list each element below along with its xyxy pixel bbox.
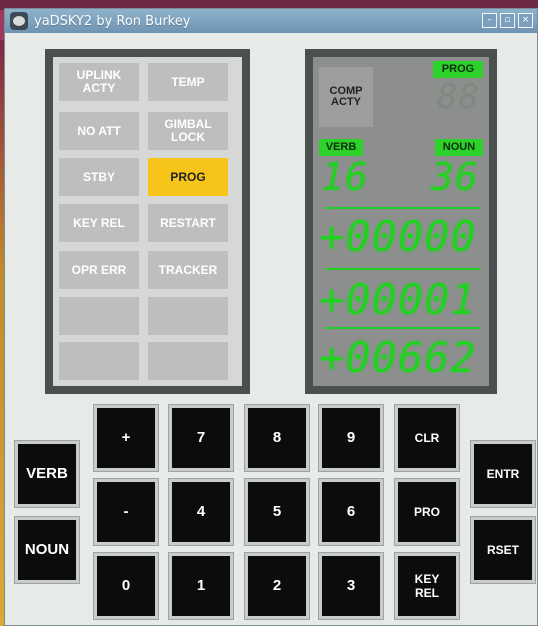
noun-digits: 36 [431, 155, 479, 199]
five-key[interactable]: 5 [244, 478, 310, 546]
nine-key[interactable]: 9 [318, 404, 384, 472]
lamp-blank [148, 342, 228, 380]
four-key[interactable]: 4 [168, 478, 234, 546]
lamp-blank [148, 297, 228, 335]
dsky-window: yaDSKY2 by Ron Burkey – ▫ × UPLINK ACTY … [4, 8, 538, 626]
verb-digits: 16 [321, 155, 369, 199]
window-controls: – ▫ × [482, 13, 533, 28]
comp-acty-indicator: COMP ACTY [319, 67, 373, 127]
plus-key[interactable]: + [93, 404, 159, 472]
six-key[interactable]: 6 [318, 478, 384, 546]
register-separator [325, 268, 481, 270]
lamp-restart: RESTART [148, 204, 228, 242]
key-rel-key[interactable]: KEY REL [394, 552, 460, 620]
eight-key[interactable]: 8 [244, 404, 310, 472]
minimize-button[interactable]: – [482, 13, 497, 28]
lamp-stby: STBY [59, 158, 139, 196]
title-bar[interactable]: yaDSKY2 by Ron Burkey – ▫ × [5, 9, 537, 33]
noun-label: NOUN [435, 139, 483, 156]
register-separator [325, 207, 481, 209]
register-2: +00001 [319, 275, 477, 324]
zero-key[interactable]: 0 [93, 552, 159, 620]
two-key[interactable]: 2 [244, 552, 310, 620]
rset-key[interactable]: RSET [470, 516, 536, 584]
pro-key[interactable]: PRO [394, 478, 460, 546]
display-panel-inner: COMP ACTY PROG 88 VERB NOUN 16 36 +00000… [313, 57, 489, 386]
window-title: yaDSKY2 by Ron Burkey [34, 13, 191, 29]
lamp-key-rel: KEY REL [59, 204, 139, 242]
lamp-blank [59, 342, 139, 380]
register-separator [325, 327, 481, 329]
lamp-uplink-acty: UPLINK ACTY [59, 63, 139, 101]
three-key[interactable]: 3 [318, 552, 384, 620]
noun-key[interactable]: NOUN [14, 516, 80, 584]
verb-label: VERB [319, 139, 363, 156]
close-button[interactable]: × [518, 13, 533, 28]
verb-key[interactable]: VERB [14, 440, 80, 508]
prog-label: PROG [433, 61, 483, 78]
indicator-panel-inner: UPLINK ACTY TEMP NO ATT GIMBAL LOCK STBY… [53, 57, 242, 386]
entr-key[interactable]: ENTR [470, 440, 536, 508]
seven-key[interactable]: 7 [168, 404, 234, 472]
minus-key[interactable]: - [93, 478, 159, 546]
app-icon [10, 12, 28, 30]
lamp-opr-err: OPR ERR [59, 251, 139, 289]
clr-key[interactable]: CLR [394, 404, 460, 472]
lamp-temp: TEMP [148, 63, 228, 101]
lamp-blank [59, 297, 139, 335]
display-panel: COMP ACTY PROG 88 VERB NOUN 16 36 +00000… [305, 49, 497, 394]
lamp-prog: PROG [148, 158, 228, 196]
one-key[interactable]: 1 [168, 552, 234, 620]
lamp-tracker: TRACKER [148, 251, 228, 289]
lamp-no-att: NO ATT [59, 112, 139, 150]
register-1: +00000 [319, 212, 477, 261]
register-3: +00662 [319, 333, 477, 382]
maximize-button[interactable]: ▫ [500, 13, 515, 28]
lamp-gimbal-lock: GIMBAL LOCK [148, 112, 228, 150]
indicator-panel: UPLINK ACTY TEMP NO ATT GIMBAL LOCK STBY… [45, 49, 250, 394]
prog-digits: 88 [437, 77, 480, 117]
